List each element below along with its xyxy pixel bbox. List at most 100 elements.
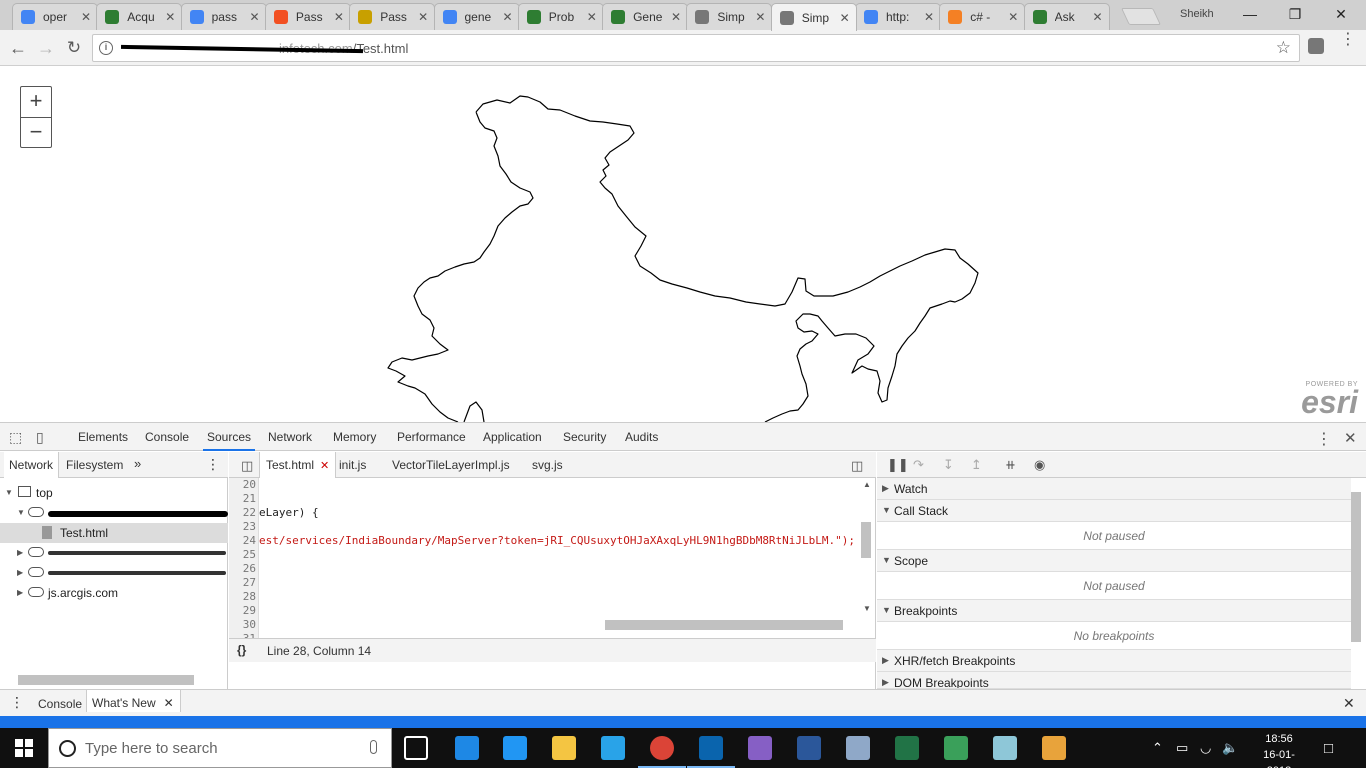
scroll-down-icon[interactable]: ▼ bbox=[863, 604, 871, 613]
chrome-icon[interactable] bbox=[638, 736, 686, 768]
deactivate-breakpoints-icon[interactable]: ⧺ bbox=[1005, 457, 1016, 473]
browser-tab[interactable]: Simp ✕ bbox=[770, 3, 857, 31]
paint-icon[interactable] bbox=[1042, 736, 1066, 760]
system-clock[interactable]: 18:56 16-01-2018 bbox=[1254, 731, 1304, 779]
map-view[interactable]: + − POWERED BY esri bbox=[0, 66, 1366, 422]
drawer-close-icon[interactable]: ✕ bbox=[1343, 695, 1355, 712]
devtools-tab-sources[interactable]: Sources bbox=[202, 430, 256, 451]
browser-tab[interactable]: Simp ✕ bbox=[686, 3, 773, 30]
devtools-tab-application[interactable]: Application bbox=[483, 430, 542, 444]
bookmark-star-icon[interactable]: ☆ bbox=[1276, 38, 1291, 58]
battery-icon[interactable]: ▭ bbox=[1176, 740, 1188, 756]
reload-icon[interactable]: ↻ bbox=[62, 36, 86, 60]
browser-tab[interactable]: http: ✕ bbox=[855, 3, 941, 30]
back-icon[interactable]: ← bbox=[6, 36, 30, 60]
drawer-menu-icon[interactable]: ⋮ bbox=[10, 694, 24, 711]
editor-tab-vectortile[interactable]: VectorTileLayerImpl.js bbox=[386, 452, 516, 478]
close-tab-icon[interactable]: ✕ bbox=[165, 10, 175, 24]
site-info-icon[interactable]: i bbox=[99, 41, 113, 55]
edge-icon[interactable] bbox=[455, 736, 479, 760]
section-watch[interactable]: ▶ Watch bbox=[877, 478, 1351, 500]
close-tab-icon[interactable]: ✕ bbox=[840, 11, 850, 25]
close-tab-icon[interactable]: ✕ bbox=[81, 10, 91, 24]
section-xhr-breakpoints[interactable]: ▶ XHR/fetch Breakpoints bbox=[877, 650, 1351, 672]
volume-icon[interactable]: 🔈 bbox=[1222, 740, 1238, 756]
section-breakpoints[interactable]: ▼ Breakpoints bbox=[877, 600, 1351, 622]
browser-tab[interactable]: Prob ✕ bbox=[517, 3, 604, 30]
section-dom-breakpoints[interactable]: ▶ DOM Breakpoints bbox=[877, 672, 1351, 689]
devtools-close-icon[interactable]: ✕ bbox=[1344, 429, 1357, 447]
tree-item-test-html[interactable]: Test.html bbox=[0, 523, 228, 543]
navigator-menu-icon[interactable]: ⋮ bbox=[206, 456, 220, 473]
outlook-icon[interactable] bbox=[687, 736, 735, 768]
toggle-navigator-icon[interactable]: ◫ bbox=[235, 452, 259, 478]
close-tab-icon[interactable]: ✕ bbox=[334, 10, 344, 24]
step-over-icon[interactable]: ↷ bbox=[913, 457, 924, 473]
toggle-debugger-icon[interactable]: ◫ bbox=[845, 452, 869, 478]
close-tab-icon[interactable]: ✕ bbox=[755, 10, 765, 24]
windows-start-icon[interactable] bbox=[15, 739, 33, 757]
devtools-tab-performance[interactable]: Performance bbox=[397, 430, 466, 444]
navigator-tab-network[interactable]: Network bbox=[4, 452, 60, 478]
close-tab-icon[interactable]: ✕ bbox=[418, 10, 428, 24]
close-tab-icon[interactable]: ✕ bbox=[1093, 10, 1103, 24]
tree-item-arcgis[interactable]: ▶ js.arcgis.com bbox=[0, 583, 228, 603]
device-toolbar-icon[interactable]: ▯ bbox=[36, 429, 44, 446]
pause-on-exceptions-icon[interactable]: ◉ bbox=[1034, 457, 1045, 473]
profile-name[interactable]: Sheikh bbox=[1180, 8, 1214, 20]
visual-studio-icon[interactable] bbox=[748, 736, 772, 760]
browser-tab[interactable]: Pass ✕ bbox=[264, 3, 351, 30]
pause-icon[interactable]: ❚❚ bbox=[887, 457, 909, 473]
close-tab-icon[interactable]: ✕ bbox=[671, 10, 681, 24]
browser-tab[interactable]: oper ✕ bbox=[12, 3, 98, 30]
browser-tab[interactable]: Acqu ✕ bbox=[96, 3, 183, 30]
wifi-icon[interactable]: ◡ bbox=[1200, 740, 1211, 756]
store-icon[interactable] bbox=[503, 736, 527, 760]
minimize-window-icon[interactable]: — bbox=[1235, 4, 1265, 24]
browser-tab[interactable]: pass ✕ bbox=[180, 3, 267, 30]
devtools-tab-memory[interactable]: Memory bbox=[333, 430, 376, 444]
browser-tab[interactable]: Pass ✕ bbox=[349, 3, 436, 30]
pretty-print-icon[interactable]: {} bbox=[237, 643, 246, 657]
notifications-icon[interactable]: □ bbox=[1324, 740, 1333, 757]
devtools-tab-audits[interactable]: Audits bbox=[625, 430, 658, 444]
app-icon[interactable] bbox=[846, 736, 870, 760]
navigator-hscrollbar[interactable] bbox=[18, 675, 194, 685]
word-icon[interactable] bbox=[797, 736, 821, 760]
extension-icon[interactable] bbox=[1308, 38, 1324, 54]
drawer-tab-console[interactable]: Console bbox=[38, 697, 82, 711]
forward-icon[interactable]: → bbox=[34, 36, 58, 60]
tree-item-origin-1[interactable]: ▼ bbox=[0, 503, 228, 523]
inspect-element-icon[interactable]: ⬚ bbox=[9, 429, 22, 446]
navigator-tab-filesystem[interactable]: Filesystem bbox=[66, 458, 123, 472]
browser-tab[interactable]: Ask ✕ bbox=[1023, 3, 1110, 30]
close-tab-icon[interactable]: ✕ bbox=[587, 10, 597, 24]
close-tab-icon[interactable]: ✕ bbox=[164, 696, 174, 710]
file-explorer-icon[interactable] bbox=[552, 736, 576, 760]
app-icon-2[interactable] bbox=[993, 736, 1017, 760]
task-view-icon[interactable] bbox=[404, 736, 428, 760]
editor-tab-test-html[interactable]: Test.html ✕ bbox=[259, 452, 337, 478]
browser-tab[interactable]: c# - ✕ bbox=[939, 3, 1026, 30]
close-tab-icon[interactable]: ✕ bbox=[1008, 10, 1018, 24]
browser-menu-icon[interactable]: ⋮ bbox=[1340, 32, 1356, 48]
project-icon[interactable] bbox=[944, 736, 968, 760]
editor-tab-svg-js[interactable]: svg.js bbox=[526, 452, 569, 478]
close-tab-icon[interactable]: ✕ bbox=[924, 10, 934, 24]
address-bar[interactable]: i infotech.com/Test.html ☆ bbox=[92, 34, 1300, 62]
navigator-more-icon[interactable]: » bbox=[134, 456, 141, 471]
close-tab-icon[interactable]: ✕ bbox=[320, 460, 329, 472]
scroll-up-icon[interactable]: ▲ bbox=[863, 480, 871, 489]
restore-window-icon[interactable]: ❐ bbox=[1280, 4, 1310, 24]
close-tab-icon[interactable]: ✕ bbox=[502, 10, 512, 24]
code-line-22[interactable]: eLayer) { bbox=[259, 506, 319, 519]
tree-item-origin-2[interactable]: ▶ bbox=[0, 543, 228, 563]
excel-icon[interactable] bbox=[895, 736, 919, 760]
tree-item-origin-3[interactable]: ▶ bbox=[0, 563, 228, 583]
section-scope[interactable]: ▼ Scope bbox=[877, 550, 1351, 572]
step-into-icon[interactable]: ↧ bbox=[943, 457, 954, 473]
taskbar-search-box[interactable]: Type here to search bbox=[48, 728, 392, 768]
code-line-24[interactable]: est/services/IndiaBoundary/MapServer?tok… bbox=[259, 534, 855, 547]
devtools-menu-icon[interactable]: ⋮ bbox=[1316, 429, 1332, 449]
drawer-tab-whats-new[interactable]: What's New ✕ bbox=[86, 690, 181, 712]
